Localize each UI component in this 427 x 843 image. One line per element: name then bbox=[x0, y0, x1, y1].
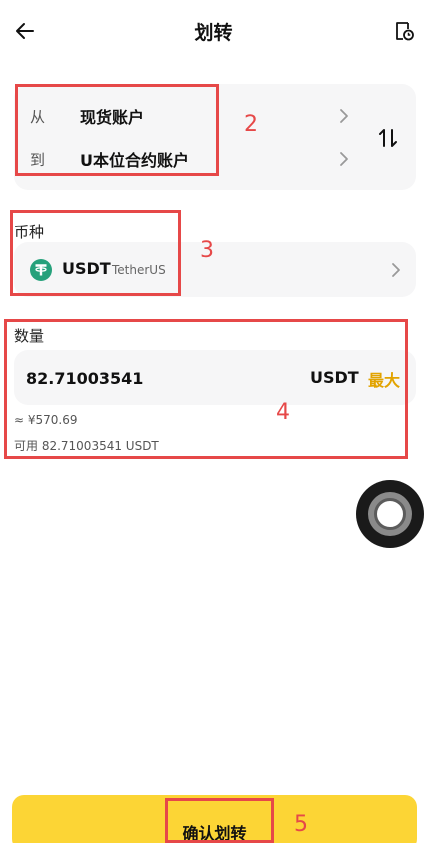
floating-assistive-button[interactable] bbox=[356, 480, 424, 548]
annotation-box-4 bbox=[4, 319, 408, 459]
chevron-right-icon bbox=[340, 152, 348, 166]
swap-vertical-icon bbox=[379, 129, 397, 147]
annotation-box-5 bbox=[165, 798, 274, 843]
page-title: 划转 bbox=[194, 22, 233, 44]
floating-ring-icon bbox=[368, 492, 412, 536]
annotation-box-2 bbox=[15, 84, 219, 176]
clock-document-icon bbox=[396, 22, 414, 41]
history-button[interactable] bbox=[391, 18, 417, 44]
annotation-box-3 bbox=[10, 210, 181, 296]
annotation-number-4: 4 bbox=[276, 400, 290, 425]
header: 划转 bbox=[0, 0, 427, 64]
annotation-number-3: 3 bbox=[200, 238, 214, 263]
swap-accounts-button[interactable] bbox=[374, 124, 402, 152]
chevron-right-icon bbox=[340, 109, 348, 123]
annotation-number-5: 5 bbox=[294, 812, 308, 837]
chevron-right-icon bbox=[392, 263, 400, 277]
annotation-number-2: 2 bbox=[244, 112, 258, 137]
